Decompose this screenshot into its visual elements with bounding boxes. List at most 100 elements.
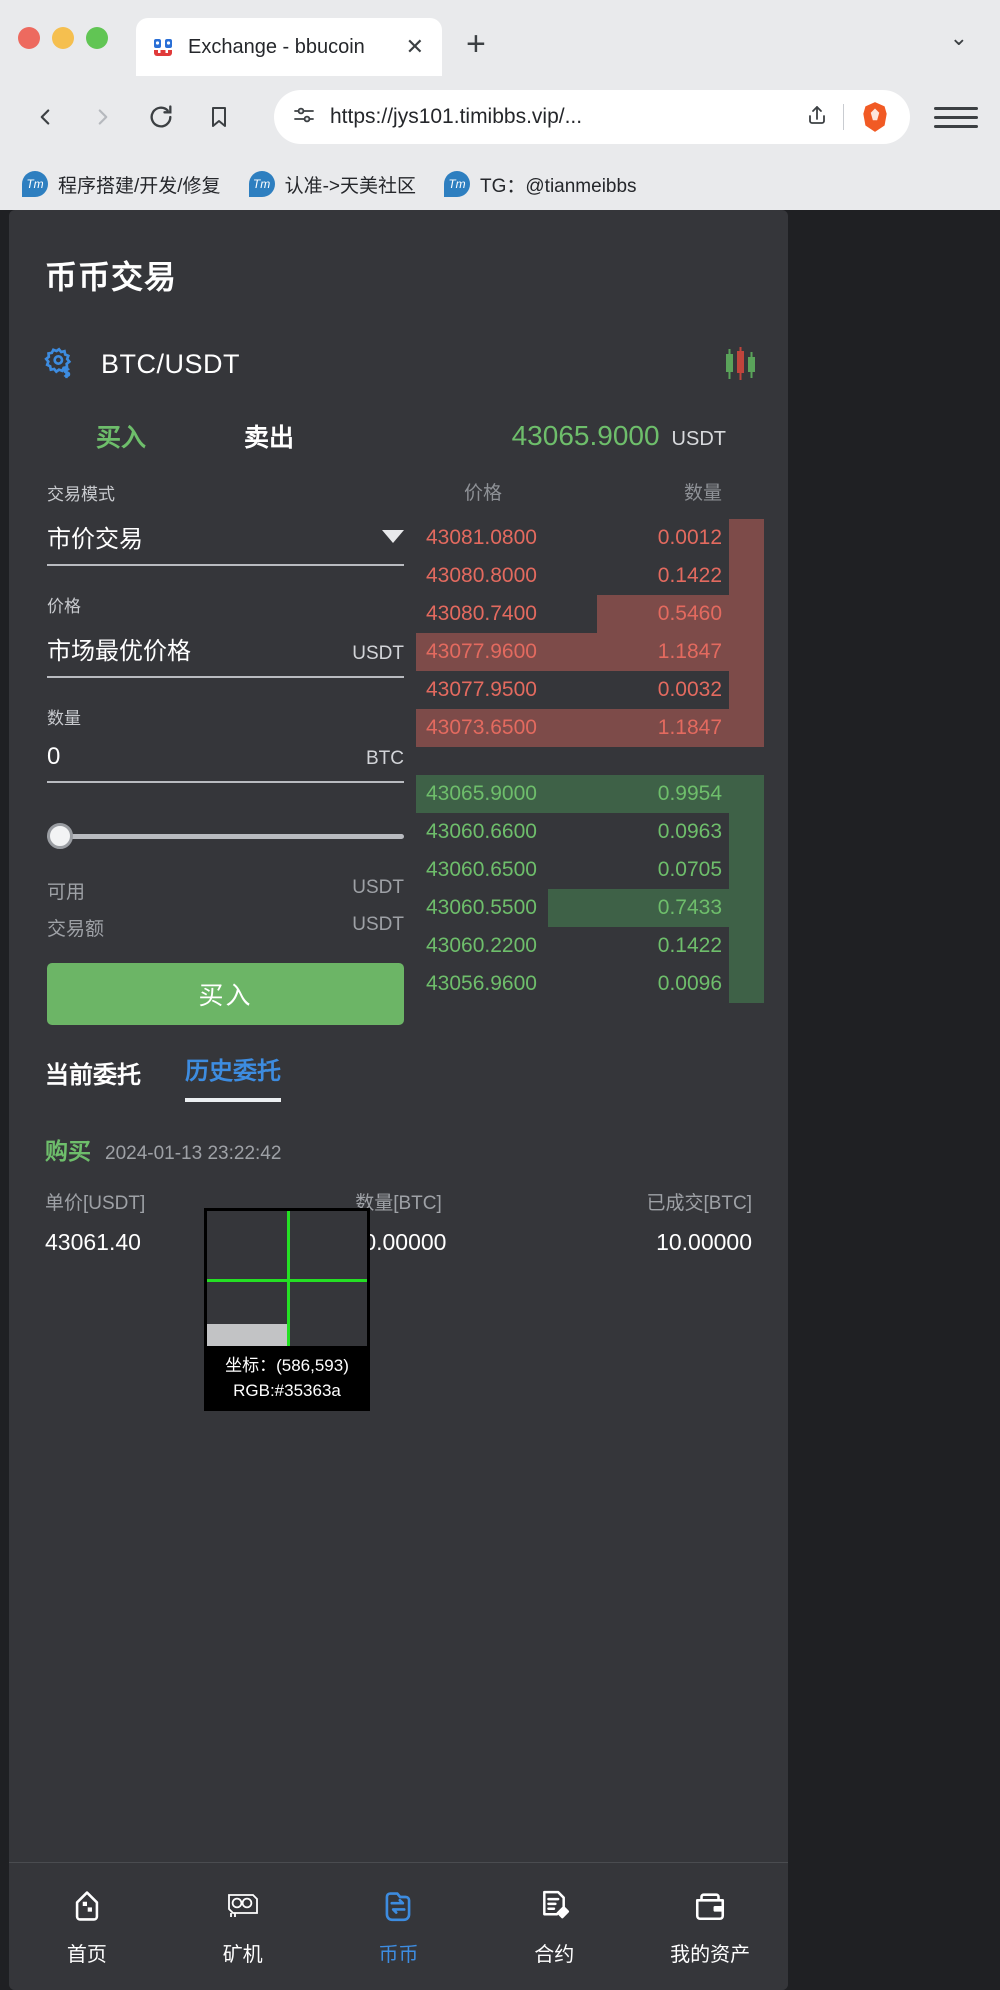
ask-price: 43080.8000: [426, 564, 537, 587]
tab-history-orders[interactable]: 历史委托: [185, 1051, 281, 1102]
order-book-row-ask[interactable]: 43081.0800 0.0012: [416, 519, 764, 557]
wallet-icon: [690, 1886, 730, 1926]
depth-bar: [729, 851, 764, 889]
close-tab-button[interactable]: ✕: [402, 36, 428, 58]
order-book-row-bid[interactable]: 43060.5500 0.7433: [416, 889, 764, 927]
last-price-unit: USDT: [671, 428, 726, 450]
bottom-navigation: 首页 矿机 币币 合约 我的资产: [9, 1862, 788, 1990]
amount-input[interactable]: 0 BTC: [47, 743, 404, 783]
price-field: 价格 市场最优价格 USDT: [47, 592, 404, 678]
order-book-row-bid[interactable]: 43056.9600 0.0096: [416, 965, 764, 1003]
bookmark-icon[interactable]: [196, 94, 242, 140]
tab-current-orders[interactable]: 当前委托: [45, 1055, 141, 1102]
nav-item-miner[interactable]: 矿机: [165, 1886, 321, 1967]
bookmark-label: 认准->天美社区: [284, 175, 416, 197]
minimize-window-button[interactable]: [52, 27, 74, 49]
detail-value: 10.00000: [656, 1229, 753, 1255]
miner-icon: [223, 1886, 263, 1926]
browser-tab[interactable]: Exchange - bbucoin ✕: [136, 18, 442, 76]
amount-value: 0: [47, 743, 61, 770]
bid-amount: 0.9954: [657, 782, 722, 805]
bookmarks-bar: Tm 程序搭建/开发/修复 Tm 认准->天美社区 Tm TG：@tianmei…: [0, 158, 1000, 210]
price-label: 价格: [47, 597, 81, 616]
exchange-icon: [378, 1886, 418, 1926]
new-tab-button[interactable]: +: [466, 25, 486, 64]
reload-icon[interactable]: [138, 94, 184, 140]
trading-pair-name: BTC/USDT: [101, 348, 240, 379]
order-book-row-bid[interactable]: 43060.2200 0.1422: [416, 927, 764, 965]
submit-buy-button[interactable]: 买入: [47, 963, 404, 1025]
window-controls: [18, 27, 108, 49]
depth-bar: [729, 813, 764, 851]
magnifier-tooltip: 坐标：(586,593) RGB:#35363a: [204, 1349, 370, 1412]
color-picker-magnifier: 坐标：(586,593) RGB:#35363a: [204, 1208, 370, 1412]
exchange-app: 币币交易 BTC/USDT 买入 卖出 交易模式 市价交易 价格 市场最优价格 …: [9, 210, 788, 1990]
order-book-row-bid[interactable]: 43060.6500 0.0705: [416, 851, 764, 889]
col-price-label: 价格: [464, 483, 503, 504]
order-book-row-ask[interactable]: 43080.8000 0.1422: [416, 557, 764, 595]
close-window-button[interactable]: [18, 27, 40, 49]
order-book-row-ask[interactable]: 43077.9600 1.1847: [416, 633, 764, 671]
order-book-row-bid[interactable]: 43060.6600 0.0963: [416, 813, 764, 851]
last-price-row: 43065.9000 USDT: [416, 384, 764, 452]
candlestick-icon[interactable]: [722, 346, 764, 382]
order-book-row-ask[interactable]: 43073.6500 1.1847: [416, 709, 764, 747]
ask-price: 43080.7400: [426, 602, 537, 625]
order-book-row-bid[interactable]: 43065.9000 0.9954: [416, 775, 764, 813]
amount-label: 数量: [47, 709, 81, 728]
browser-menu-icon[interactable]: [934, 106, 978, 128]
turnover-label: 交易额: [47, 919, 105, 940]
site-settings-icon[interactable]: [292, 103, 316, 132]
tab-buy[interactable]: 买入: [47, 418, 195, 454]
nav-item-assets[interactable]: 我的资产: [632, 1886, 788, 1967]
last-price: 43065.9000: [511, 420, 660, 451]
bid-price: 43056.9600: [426, 972, 537, 995]
bookmark-item[interactable]: Tm 程序搭建/开发/修复: [22, 171, 221, 198]
nav-label: 我的资产: [670, 1944, 751, 1966]
nav-item-home[interactable]: 首页: [9, 1886, 165, 1967]
magnifier-sample-region: [207, 1324, 287, 1346]
share-icon[interactable]: [805, 103, 829, 132]
trade-mode-value: 市价交易: [47, 526, 143, 553]
brave-shields-icon[interactable]: [858, 100, 892, 134]
url-text[interactable]: https://jys101.timibbs.vip/...: [330, 105, 791, 129]
address-bar[interactable]: https://jys101.timibbs.vip/...: [274, 90, 910, 144]
available-label: 可用: [47, 882, 86, 903]
back-icon[interactable]: [22, 94, 68, 140]
nav-item-exchange[interactable]: 币币: [321, 1886, 477, 1967]
maximize-window-button[interactable]: [86, 27, 108, 49]
bids-list: 43065.9000 0.9954 43060.6600 0.0963 4306…: [416, 775, 764, 1003]
home-icon: [67, 1886, 107, 1926]
order-book-row-ask[interactable]: 43080.7400 0.5460: [416, 595, 764, 633]
trade-mode-select[interactable]: 市价交易: [47, 519, 404, 566]
ask-amount: 1.1847: [657, 640, 722, 663]
trade-mode-field: 交易模式 市价交易: [47, 480, 404, 566]
trade-mode-label: 交易模式: [47, 485, 115, 504]
chevron-down-icon: [382, 530, 404, 543]
price-unit: USDT: [352, 643, 404, 664]
amount-percent-slider[interactable]: [47, 823, 404, 849]
bookmark-favicon-icon: Tm: [444, 171, 470, 197]
price-input[interactable]: 市场最优价格 USDT: [47, 631, 404, 678]
price-value: 市场最优价格: [47, 638, 191, 665]
tab-strip: Exchange - bbucoin ✕ + ⌄: [0, 0, 1000, 76]
crosshair-horizontal-icon: [207, 1278, 367, 1282]
bookmark-item[interactable]: Tm TG：@tianmeibbs: [444, 171, 637, 198]
order-history-item[interactable]: 购买 2024-01-13 23:22:42 单价[USDT] 43061.40…: [9, 1102, 788, 1256]
order-book-divider: [416, 747, 764, 761]
tab-sell[interactable]: 卖出: [195, 418, 343, 454]
depth-bar: [548, 889, 764, 927]
bookmark-favicon-icon: Tm: [248, 171, 275, 197]
bookmark-item[interactable]: Tm 认准->天美社区: [248, 171, 416, 198]
depth-bar: [729, 671, 764, 709]
forward-icon[interactable]: [80, 94, 126, 140]
slider-knob[interactable]: [47, 823, 73, 849]
tab-search-chevron-icon[interactable]: ⌄: [950, 25, 982, 51]
trade-body: 买入 卖出 交易模式 市价交易 价格 市场最优价格 USDT 数量 0 BTC …: [9, 384, 788, 1025]
bid-price: 43060.6600: [426, 820, 537, 843]
nav-label: 首页: [66, 1944, 107, 1966]
order-book-row-ask[interactable]: 43077.9500 0.0032: [416, 671, 764, 709]
gear-dollar-icon[interactable]: [39, 344, 79, 384]
bid-price: 43060.2200: [426, 934, 537, 957]
nav-item-contract[interactable]: 合约: [476, 1886, 632, 1967]
